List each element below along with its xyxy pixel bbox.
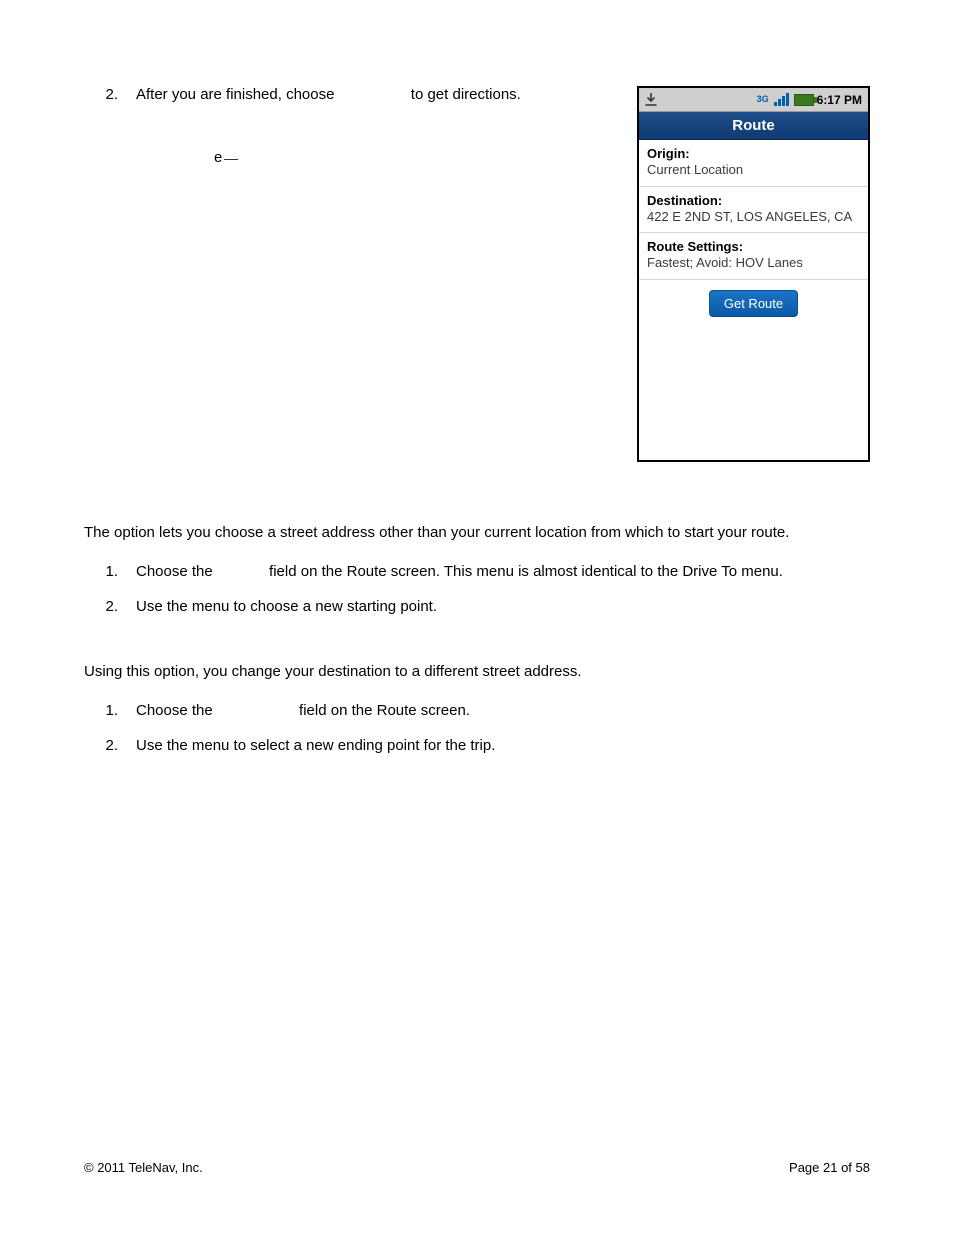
list-number: 2. — [84, 737, 136, 754]
list-text: Choose the field on the Route screen. — [136, 702, 470, 719]
origin-label: Origin: — [647, 146, 860, 162]
orphan-char: e — [214, 149, 222, 166]
phone-screenshot: 3G 6:17 PM Route Origin: Current Locatio… — [637, 86, 870, 462]
list-number: 1. — [84, 563, 136, 580]
list-item: 2. Use the menu to select a new ending p… — [84, 737, 870, 754]
status-right: 3G 6:17 PM — [757, 93, 862, 107]
list-number: 2. — [84, 86, 136, 103]
list-item: 1. Choose the field on the Route screen. — [84, 702, 870, 719]
origin-value: Current Location — [647, 162, 860, 178]
step2-text-b: to get directions. — [407, 86, 521, 103]
get-route-button[interactable]: Get Route — [709, 290, 798, 317]
list-number: 1. — [84, 702, 136, 719]
route-settings-value: Fastest; Avoid: HOV Lanes — [647, 255, 860, 271]
button-row: Get Route — [639, 280, 868, 317]
status-bar: 3G 6:17 PM — [639, 88, 868, 112]
list-text: Choose the field on the Route screen. Th… — [136, 563, 783, 580]
network-3g-icon: 3G — [757, 95, 769, 104]
change-origin-section: The option lets you choose a street addr… — [84, 524, 870, 615]
destination-value: 422 E 2ND ST, LOS ANGELES, CA — [647, 209, 860, 225]
download-icon — [645, 92, 657, 107]
origin-field[interactable]: Origin: Current Location — [639, 140, 868, 187]
screen-title: Route — [639, 112, 868, 140]
page-footer: © 2011 TeleNav, Inc. Page 21 of 58 — [84, 1160, 870, 1175]
copyright: © 2011 TeleNav, Inc. — [84, 1160, 203, 1175]
destination-field[interactable]: Destination: 422 E 2ND ST, LOS ANGELES, … — [639, 187, 868, 234]
list-text: Use the menu to select a new ending poin… — [136, 737, 495, 754]
step2-text-a: After you are finished, choose — [136, 86, 339, 103]
list-text: Use the menu to choose a new starting po… — [136, 598, 437, 615]
dest-intro: Using this option, you change your desti… — [84, 663, 870, 680]
destination-label: Destination: — [647, 193, 860, 209]
origin-intro: The option lets you choose a street addr… — [84, 524, 870, 541]
page-number: Page 21 of 58 — [789, 1160, 870, 1175]
list-item: 1. Choose the field on the Route screen.… — [84, 563, 870, 580]
signal-icon — [774, 93, 789, 106]
list-item: 2. Use the menu to choose a new starting… — [84, 598, 870, 615]
status-time: 6:17 PM — [817, 93, 862, 107]
list-number: 2. — [84, 598, 136, 615]
route-settings-label: Route Settings: — [647, 239, 860, 255]
battery-icon — [794, 94, 814, 106]
route-settings-field[interactable]: Route Settings: Fastest; Avoid: HOV Lane… — [639, 233, 868, 280]
orphan-underline — [224, 159, 238, 160]
change-destination-section: Using this option, you change your desti… — [84, 663, 870, 754]
